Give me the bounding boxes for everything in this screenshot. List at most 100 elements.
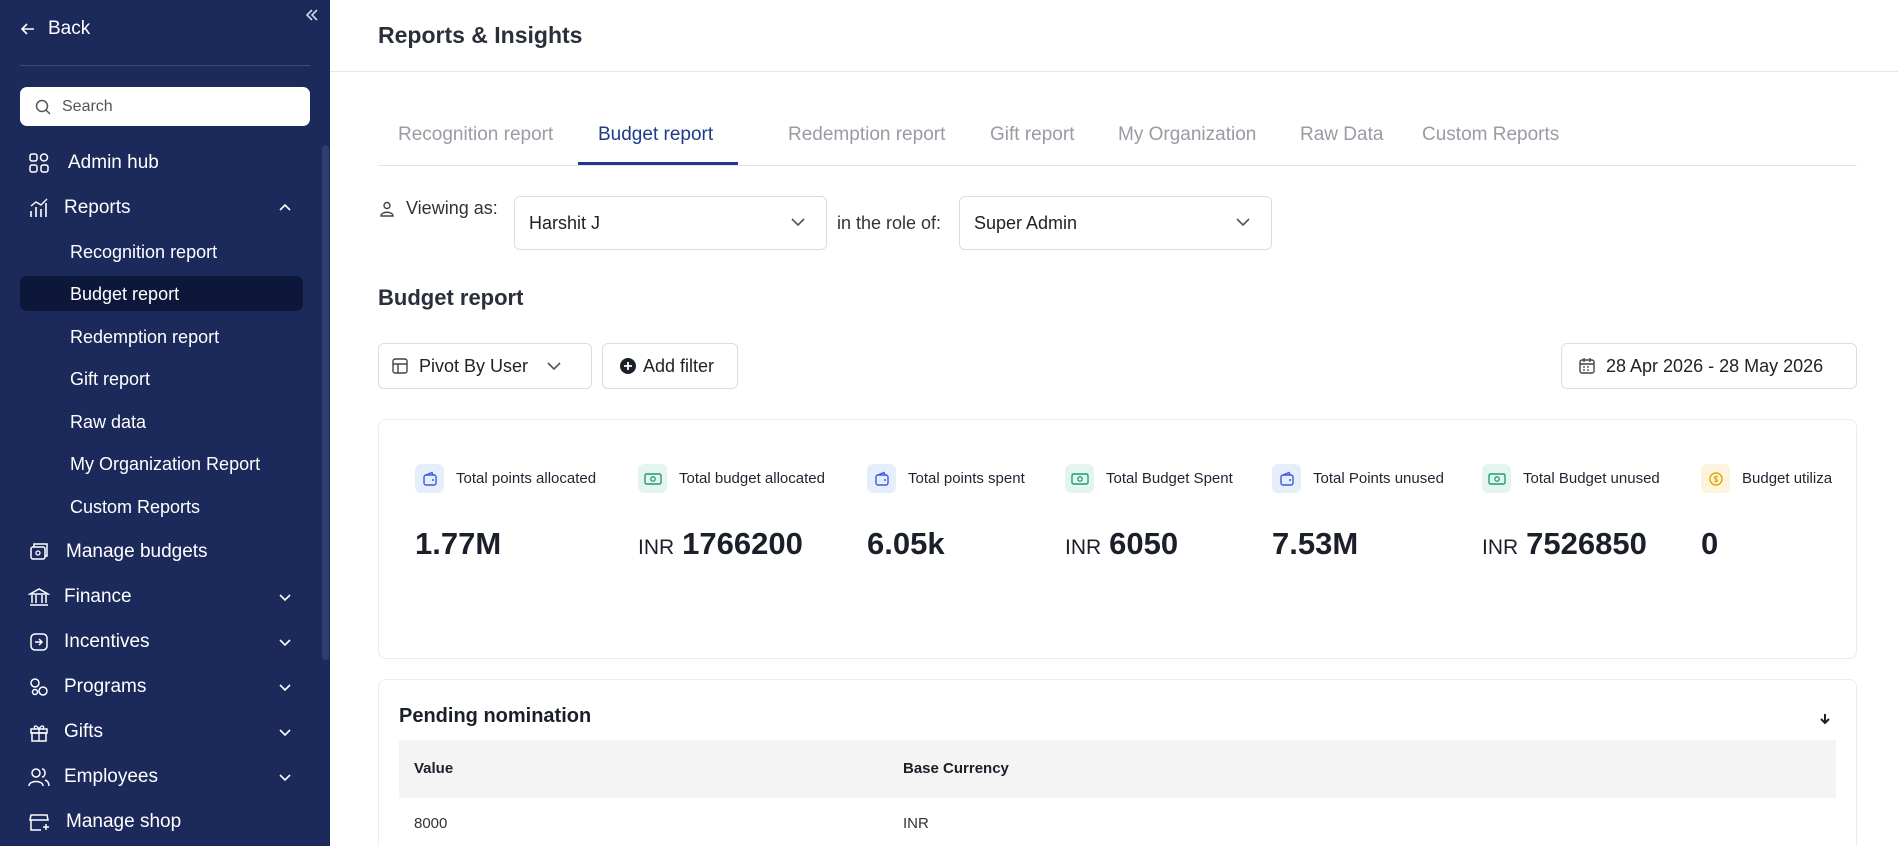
table-header: Value Base Currency bbox=[399, 740, 1836, 798]
tab-recognition-report[interactable]: Recognition report bbox=[398, 124, 553, 146]
date-range-picker[interactable]: 28 Apr 2026 - 28 May 2026 bbox=[1561, 343, 1857, 389]
stat-value: 6050 bbox=[1109, 526, 1179, 561]
stat-total-points-spent: Total points spent 6.05k bbox=[867, 464, 1025, 561]
sidebar-item-manage-budgets[interactable]: Manage budgets bbox=[28, 541, 208, 563]
stat-label: Total Points unused bbox=[1313, 470, 1444, 487]
tab-raw-data[interactable]: Raw Data bbox=[1300, 124, 1383, 146]
gift-icon bbox=[30, 725, 48, 742]
chevron-down-icon bbox=[547, 362, 561, 371]
stat-label: Total budget allocated bbox=[679, 470, 825, 487]
stats-card: Total points allocated 1.77M Total budge… bbox=[378, 419, 1857, 659]
arrow-left-icon bbox=[20, 23, 34, 35]
tab-my-organization[interactable]: My Organization bbox=[1118, 124, 1256, 146]
stat-currency: INR bbox=[638, 536, 675, 559]
sidebar-item-label: Programs bbox=[64, 676, 147, 697]
sidebar-subitem-raw-data[interactable]: Raw data bbox=[70, 412, 146, 433]
stat-label: Total points allocated bbox=[456, 470, 597, 487]
shop-icon bbox=[29, 814, 49, 831]
download-icon[interactable] bbox=[1819, 713, 1831, 727]
back-link[interactable]: Back bbox=[20, 18, 90, 40]
chevron-down-icon[interactable] bbox=[278, 727, 292, 737]
user-icon bbox=[380, 201, 394, 217]
search-icon bbox=[35, 99, 51, 115]
sidebar-item-label: Finance bbox=[64, 586, 132, 607]
pending-nomination-title: Pending nomination bbox=[399, 705, 592, 727]
sidebar-subitem-redemption-report[interactable]: Redemption report bbox=[70, 327, 219, 348]
chevron-down-icon[interactable] bbox=[278, 592, 292, 602]
tab-custom-reports[interactable]: Custom Reports bbox=[1422, 124, 1559, 146]
users-icon bbox=[28, 768, 50, 787]
tab-gift-report[interactable]: Gift report bbox=[990, 124, 1074, 146]
sidebar-item-manage-shop[interactable]: Manage shop bbox=[28, 811, 181, 833]
chevron-down-icon[interactable] bbox=[278, 682, 292, 692]
chevron-down-icon bbox=[1236, 218, 1250, 227]
section-title: Budget report bbox=[378, 285, 524, 310]
sidebar-subitem-budget-report[interactable]: Budget report bbox=[70, 284, 179, 305]
wallet-icon bbox=[867, 464, 896, 493]
tab-budget-report[interactable]: Budget report bbox=[598, 124, 713, 146]
viewing-as-select[interactable]: Harshit J bbox=[514, 196, 827, 250]
sidebar-subitem-recognition-report[interactable]: Recognition report bbox=[70, 242, 217, 263]
sidebar-item-reports[interactable]: Reports bbox=[28, 197, 131, 219]
pivot-select[interactable]: Pivot By User bbox=[378, 343, 592, 389]
collapse-sidebar-icon[interactable] bbox=[305, 8, 321, 24]
viewing-as-value: Harshit J bbox=[529, 212, 601, 233]
viewing-as-label: Viewing as: bbox=[406, 198, 498, 218]
chevron-down-icon bbox=[791, 218, 805, 227]
budget-icon bbox=[30, 543, 48, 560]
stat-value: 7.53M bbox=[1272, 526, 1359, 561]
stat-label: Total Budget Spent bbox=[1106, 470, 1233, 487]
stat-total-budget-unused: Total Budget unused INR 7526850 bbox=[1482, 464, 1660, 561]
add-filter-button[interactable]: Add filter bbox=[602, 343, 738, 389]
sidebar-item-employees[interactable]: Employees bbox=[28, 766, 158, 788]
grid-icon bbox=[29, 153, 49, 173]
stat-label: Total points spent bbox=[908, 470, 1025, 487]
sidebar: Back Admin hub Reports Recognition repor… bbox=[0, 0, 330, 846]
stat-value: 6.05k bbox=[867, 526, 945, 561]
cash-icon bbox=[1065, 464, 1094, 493]
chevron-down-icon[interactable] bbox=[278, 637, 292, 647]
coin-icon bbox=[1701, 464, 1730, 493]
date-range-label: 28 Apr 2026 - 28 May 2026 bbox=[1606, 355, 1824, 376]
sidebar-item-label: Manage shop bbox=[66, 811, 182, 832]
stat-budget-utilization: Budget utiliza 0 bbox=[1701, 464, 1833, 561]
pending-nomination-card: Pending nomination Value Base Currency 8… bbox=[378, 679, 1857, 846]
sidebar-item-label: Admin hub bbox=[68, 152, 159, 173]
sidebar-subitem-custom-reports[interactable]: Custom Reports bbox=[70, 497, 200, 518]
sidebar-item-gifts[interactable]: Gifts bbox=[28, 721, 103, 743]
sidebar-subitem-my-organization-report[interactable]: My Organization Report bbox=[70, 454, 260, 475]
main-content: Reports & Insights Recognition report Bu… bbox=[330, 0, 1898, 846]
stat-label: Budget utiliza bbox=[1742, 470, 1833, 487]
column-header-value: Value bbox=[414, 760, 454, 777]
sidebar-item-programs[interactable]: Programs bbox=[28, 676, 146, 698]
role-value: Super Admin bbox=[974, 212, 1078, 233]
programs-icon bbox=[30, 678, 48, 696]
role-label: in the role of: bbox=[837, 213, 942, 233]
cash-icon bbox=[638, 464, 667, 493]
sidebar-subitem-gift-report[interactable]: Gift report bbox=[70, 369, 150, 390]
sidebar-scrollbar[interactable] bbox=[322, 145, 329, 660]
sidebar-item-admin-hub[interactable]: Admin hub bbox=[28, 152, 159, 174]
stat-value: 1.77M bbox=[415, 526, 502, 561]
report-tabs: Recognition report Budget report Redempt… bbox=[378, 118, 1857, 166]
cash-icon bbox=[1482, 464, 1511, 493]
sidebar-item-finance[interactable]: Finance bbox=[28, 586, 132, 608]
chevron-down-icon[interactable] bbox=[278, 772, 292, 782]
chevron-up-icon[interactable] bbox=[278, 203, 292, 213]
sidebar-item-incentives[interactable]: Incentives bbox=[28, 631, 150, 653]
back-label: Back bbox=[48, 18, 91, 39]
viewing-as: Viewing as: bbox=[378, 198, 498, 219]
bank-icon bbox=[28, 588, 50, 606]
stat-total-budget-spent: Total Budget Spent INR 6050 bbox=[1065, 464, 1233, 561]
search-input[interactable] bbox=[62, 97, 292, 116]
role-select[interactable]: Super Admin bbox=[959, 196, 1272, 250]
active-tab-indicator bbox=[578, 162, 738, 165]
sidebar-search[interactable] bbox=[20, 87, 310, 126]
stat-total-points-unused: Total Points unused 7.53M bbox=[1272, 464, 1444, 561]
stat-currency: INR bbox=[1482, 536, 1519, 559]
incentive-icon bbox=[30, 633, 48, 651]
calendar-icon bbox=[1579, 358, 1595, 374]
tab-redemption-report[interactable]: Redemption report bbox=[788, 124, 945, 146]
header-divider bbox=[330, 71, 1898, 72]
stat-total-budget-allocated: Total budget allocated INR 1766200 bbox=[638, 464, 825, 561]
